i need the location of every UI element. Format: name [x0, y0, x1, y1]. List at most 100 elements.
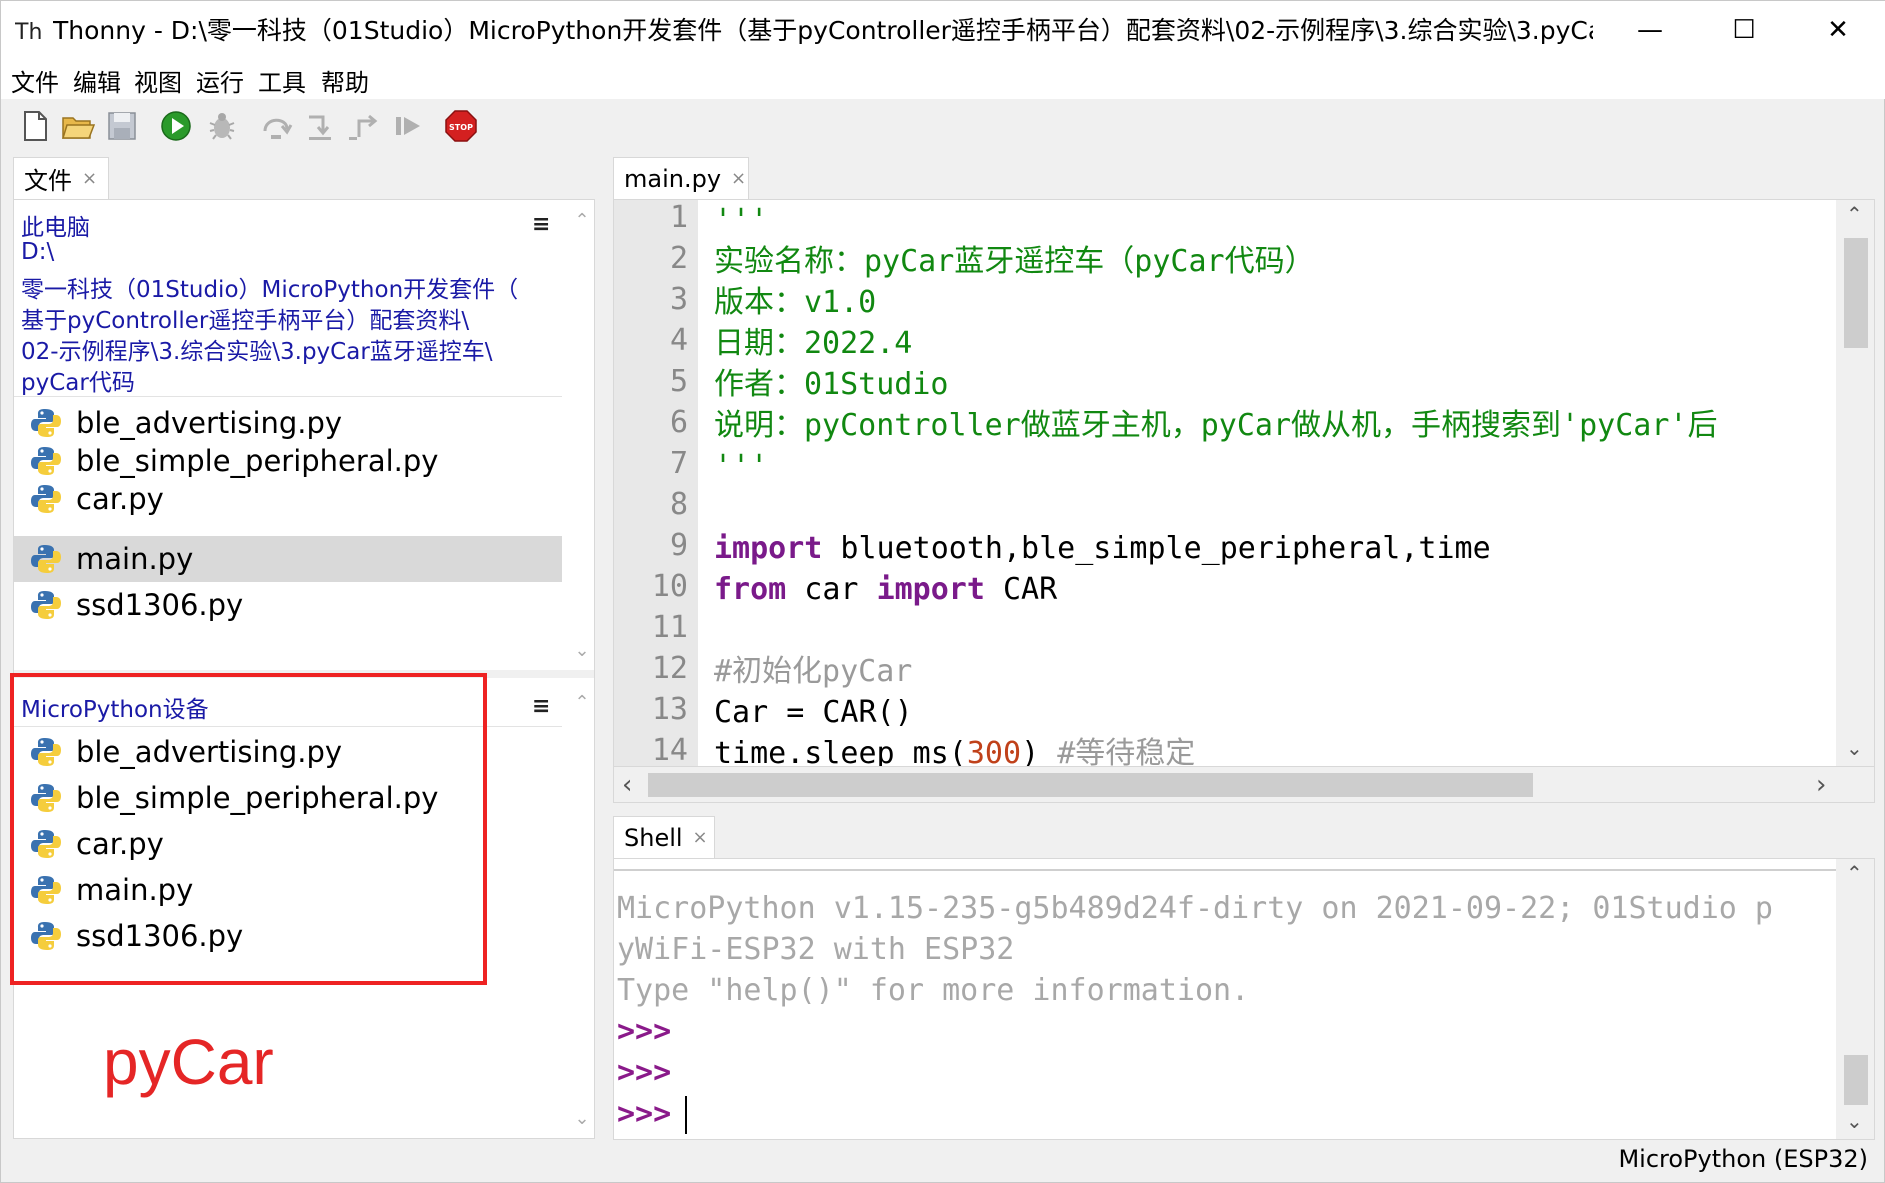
- code-line: import bluetooth,ble_simple_peripheral,t…: [714, 528, 1491, 569]
- code-token: import: [876, 572, 985, 607]
- code-token: 300: [966, 736, 1022, 766]
- menu-edit[interactable]: 编辑: [71, 63, 123, 98]
- code-token: ): [1021, 736, 1058, 766]
- tab-files[interactable]: 文件 ×: [13, 157, 109, 199]
- line-number: 6: [669, 405, 688, 440]
- shell-output-line: yWiFi-ESP32 with ESP32: [617, 932, 1015, 967]
- shell-prompt: >>>: [617, 1014, 672, 1049]
- code-token: 实验名称：pyCar蓝牙遥控车（pyCar代码）: [714, 244, 1315, 279]
- line-number: 10: [651, 569, 688, 604]
- code-token: import: [714, 531, 823, 566]
- code-editor[interactable]: 1 2 3 4 5 6 7 8 9 10 11 12 13 14 ''' 实验名称：pyCar蓝牙遥控车（p…: [613, 199, 1875, 767]
- line-number: 2: [669, 241, 688, 276]
- line-number: 7: [669, 446, 688, 481]
- step-out-icon[interactable]: [347, 109, 381, 143]
- debug-icon[interactable]: [205, 109, 239, 143]
- code-line: 作者：01Studio: [714, 364, 949, 405]
- code-token: from: [714, 572, 787, 607]
- line-number: 5: [669, 364, 688, 399]
- code-token: 日期：2022.4: [714, 326, 913, 361]
- code-line: 实验名称：pyCar蓝牙遥控车（pyCar代码）: [714, 241, 1315, 282]
- file-name: ssd1306.py: [76, 588, 244, 622]
- shell-output-line: MicroPython v1.15-235-g5b489d24f-dirty o…: [617, 891, 1773, 926]
- tab-main-py[interactable]: main.py ×: [613, 157, 749, 199]
- step-into-icon[interactable]: [303, 109, 337, 143]
- code-token: car: [786, 572, 877, 607]
- minimize-button[interactable]: —: [1604, 1, 1696, 59]
- menu-run[interactable]: 运行: [194, 63, 246, 98]
- scroll-up-arrow[interactable]: ⌃: [570, 210, 594, 231]
- tab-shell[interactable]: Shell ×: [613, 816, 715, 858]
- path-segment[interactable]: pyCar代码: [21, 363, 135, 397]
- code-area[interactable]: ''' 实验名称：pyCar蓝牙遥控车（pyCar代码） 版本：v1.0 日期：202…: [714, 200, 1834, 766]
- scroll-down-arrow[interactable]: ⌄: [1846, 736, 1863, 760]
- run-icon[interactable]: [159, 109, 193, 143]
- divider: [14, 396, 562, 397]
- step-over-icon[interactable]: [259, 109, 293, 143]
- scroll-down-arrow[interactable]: ⌄: [570, 640, 594, 661]
- menu-view[interactable]: 视图: [132, 63, 184, 98]
- tab-main-py-label: main.py: [624, 164, 722, 193]
- path-drive[interactable]: D:\: [21, 239, 54, 265]
- title-bar: Th Thonny - D:\零一科技（01Studio）MicroPython…: [1, 1, 1885, 59]
- tab-files-label: 文件: [24, 167, 72, 195]
- scroll-up-arrow[interactable]: ⌃: [570, 692, 594, 713]
- device-menu-icon[interactable]: ≡: [532, 694, 550, 719]
- new-file-icon[interactable]: [18, 109, 52, 143]
- code-line: 说明：pyController做蓝牙主机，pyCar做从机，手柄搜索到'pyCa…: [714, 405, 1717, 446]
- scroll-thumb[interactable]: [1844, 1055, 1868, 1105]
- computer-file-row[interactable]: ssd1306.py: [14, 582, 562, 628]
- path-segment[interactable]: 基于pyController遥控手柄平台）配套资料\: [21, 301, 469, 335]
- computer-file-row[interactable]: car.py: [14, 476, 562, 522]
- shell-vertical-scrollbar[interactable]: ⌃ ⌄: [1836, 859, 1874, 1139]
- stop-icon[interactable]: STOP: [444, 109, 478, 143]
- line-number: 3: [669, 282, 688, 317]
- menu-tools[interactable]: 工具: [256, 63, 308, 98]
- thonny-app-icon: Th: [15, 20, 42, 45]
- scroll-up-arrow[interactable]: ⌃: [1846, 861, 1863, 885]
- scroll-thumb[interactable]: [1844, 238, 1868, 348]
- open-folder-icon[interactable]: [61, 109, 95, 143]
- editor-vertical-scrollbar[interactable]: ⌃ ⌄: [1836, 200, 1874, 766]
- code-line: #初始化pyCar: [714, 651, 912, 692]
- menu-file[interactable]: 文件: [9, 63, 61, 98]
- path-this-pc[interactable]: 此电脑: [21, 208, 90, 242]
- close-tab-icon[interactable]: ×: [693, 827, 708, 848]
- scroll-up-arrow[interactable]: ⌃: [1846, 202, 1863, 226]
- svg-text:STOP: STOP: [449, 123, 473, 132]
- close-window-button[interactable]: ✕: [1792, 1, 1884, 59]
- close-tab-icon[interactable]: ×: [731, 168, 746, 189]
- path-segment[interactable]: 零一科技（01Studio）MicroPython开发套件（: [21, 270, 518, 304]
- scroll-down-arrow[interactable]: ⌄: [570, 1108, 594, 1129]
- code-line: from car import CAR: [714, 569, 1057, 610]
- file-name: ble_advertising.py: [76, 406, 343, 440]
- path-segment[interactable]: 02-示例程序\3.综合实验\3.pyCar蓝牙遥控车\: [21, 332, 493, 366]
- close-tab-icon[interactable]: ×: [82, 168, 97, 189]
- files-tabstrip: 文件 ×: [13, 157, 595, 199]
- code-token: bluetooth,ble_simple_peripheral,time: [822, 531, 1491, 566]
- save-icon[interactable]: [105, 109, 139, 143]
- toolbar: STOP: [1, 101, 1885, 151]
- divider: [614, 869, 1840, 871]
- shell-console[interactable]: MicroPython v1.15-235-g5b489d24f-dirty o…: [613, 858, 1875, 1140]
- scroll-thumb[interactable]: [648, 773, 1533, 797]
- text-cursor[interactable]: [685, 1096, 688, 1134]
- resume-icon[interactable]: [391, 109, 425, 143]
- scroll-left-arrow[interactable]: ‹: [622, 770, 632, 800]
- scroll-right-arrow[interactable]: ›: [1816, 770, 1826, 800]
- interpreter-status[interactable]: MicroPython (ESP32): [1618, 1145, 1868, 1173]
- computer-file-row-selected[interactable]: main.py: [14, 536, 562, 582]
- shell-prompt: >>>: [617, 1096, 672, 1132]
- scroll-down-arrow[interactable]: ⌄: [1846, 1109, 1863, 1133]
- code-token: CAR: [984, 572, 1058, 607]
- menu-help[interactable]: 帮助: [319, 63, 371, 98]
- highlight-box: [10, 673, 487, 985]
- maximize-button[interactable]: ☐: [1698, 1, 1790, 59]
- shell-output-line: Type "help()" for more information.: [617, 973, 1250, 1008]
- computer-menu-icon[interactable]: ≡: [532, 212, 550, 237]
- editor-horizontal-scrollbar[interactable]: ‹ ›: [613, 767, 1875, 803]
- editor-tabstrip: main.py ×: [613, 157, 1875, 199]
- code-line: time.sleep_ms(300) #等待稳定: [714, 733, 1195, 766]
- code-line: ''': [714, 200, 768, 241]
- tab-shell-label: Shell: [624, 823, 683, 852]
